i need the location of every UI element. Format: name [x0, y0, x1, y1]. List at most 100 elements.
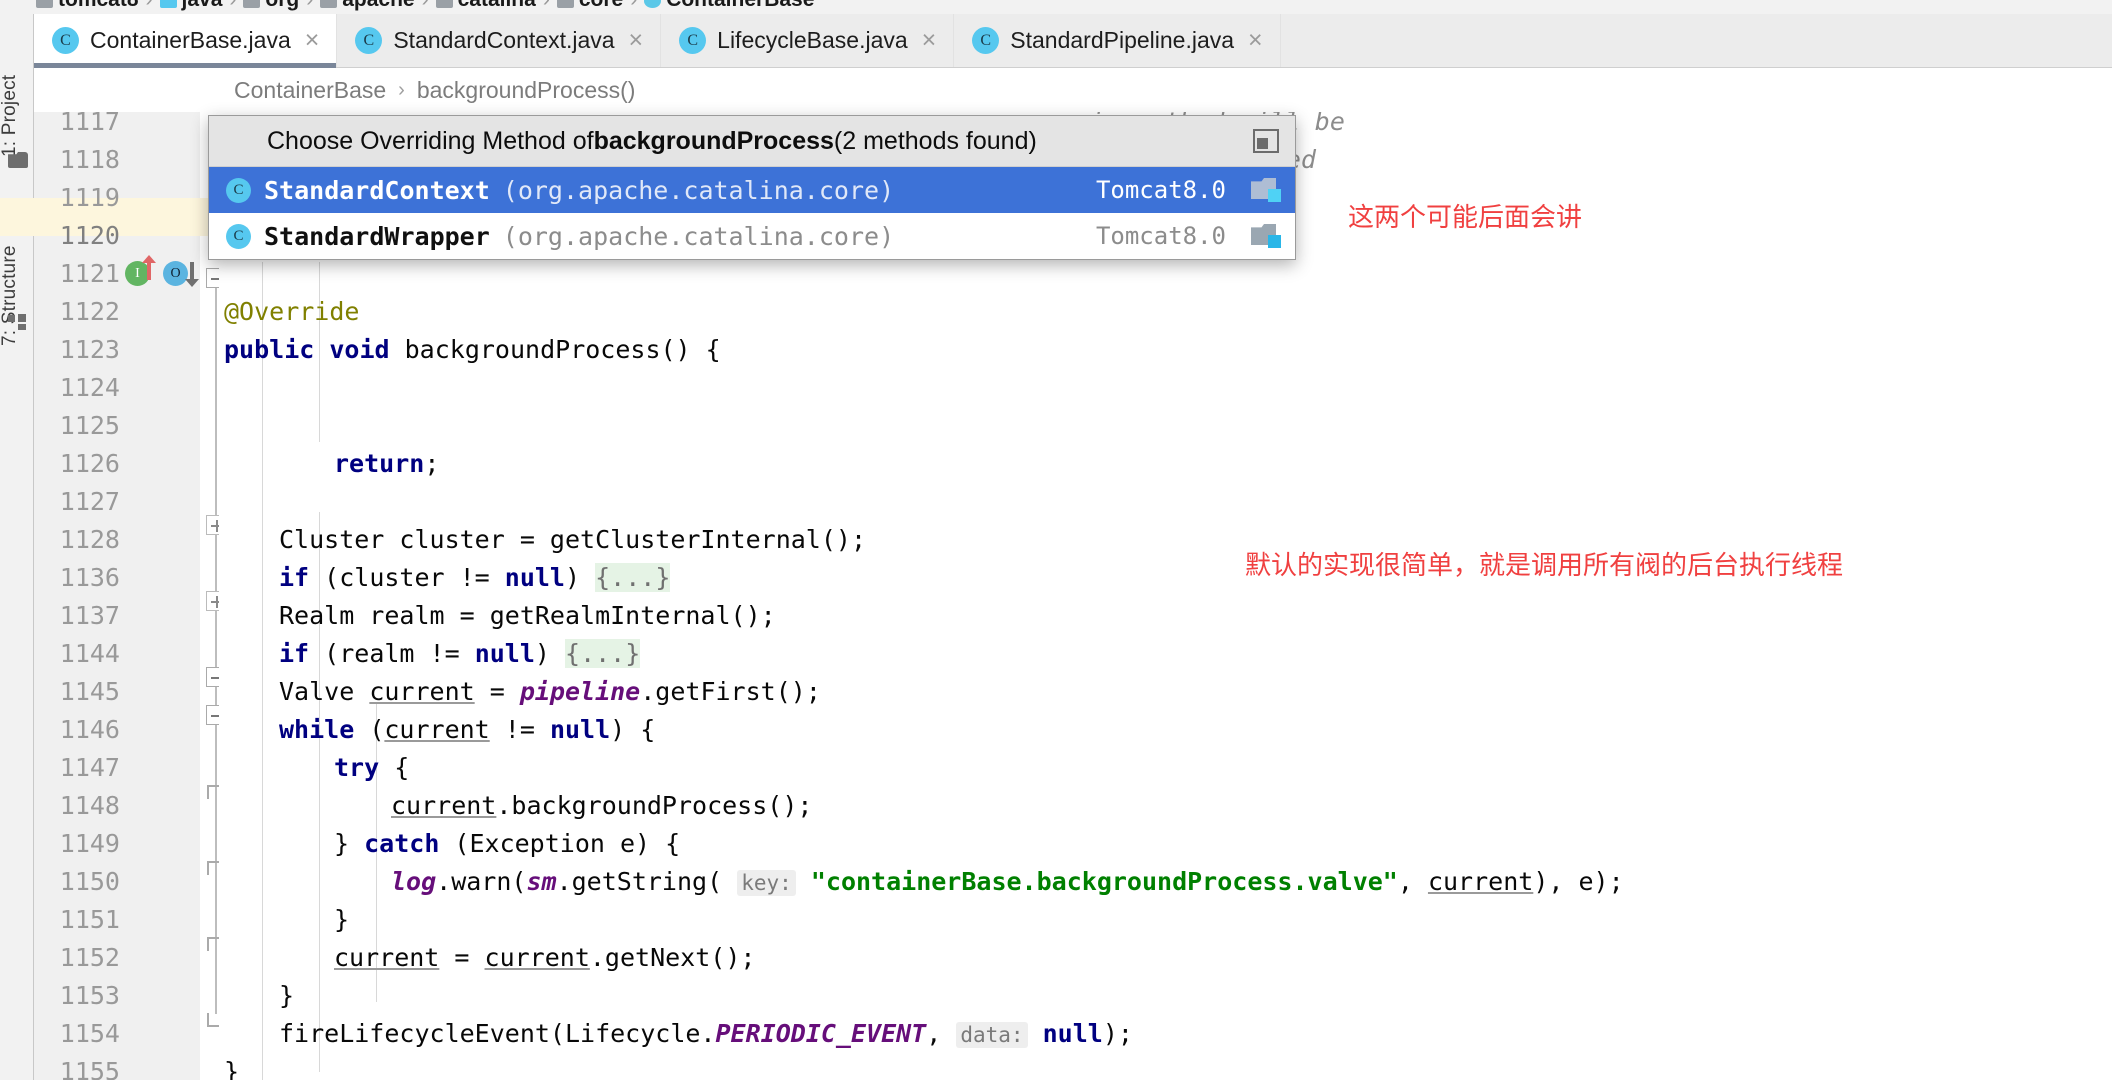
code-line-1153[interactable]: fireLifecycleEvent(Lifecycle.PERIODIC_EV…: [219, 977, 2112, 1048]
line-number: 1146: [59, 715, 120, 744]
code-line-1147[interactable]: current.backgroundProcess();: [219, 749, 2112, 820]
line-number: 1145: [59, 677, 120, 706]
popup-title-prefix: Choose Overriding Method of: [267, 126, 594, 155]
breadcrumb-class[interactable]: ContainerBase: [234, 77, 386, 104]
java-class-icon: C: [52, 27, 79, 54]
breadcrumb-separator: ›: [543, 0, 550, 12]
line-number: 1136: [59, 563, 120, 592]
line-number: 1153: [59, 981, 120, 1010]
editor-tab-bar: C ContainerBase.java × C StandardContext…: [34, 14, 2112, 68]
java-class-icon: C: [226, 177, 251, 203]
line-number: 1127: [59, 487, 120, 516]
line-number: 1151: [59, 905, 120, 934]
breadcrumb-item-org[interactable]: org: [243, 0, 299, 12]
code-line-1145[interactable]: while (current != null) {: [219, 673, 2112, 744]
breadcrumb-separator: ›: [229, 0, 236, 12]
tab-label: ContainerBase.java: [90, 27, 291, 53]
source-folder-icon: [159, 0, 177, 8]
close-icon[interactable]: ×: [629, 28, 644, 53]
line-number: 1154: [59, 1019, 120, 1048]
chevron-right-icon: ›: [398, 78, 405, 101]
pin-window-icon[interactable]: [1253, 129, 1279, 153]
popup-row-standardwrapper[interactable]: C StandardWrapper (org.apache.catalina.c…: [209, 213, 1295, 259]
code-line-1127[interactable]: Cluster cluster = getClusterInternal();: [219, 483, 2112, 554]
folder-icon: [556, 0, 574, 8]
line-number: 1147: [59, 753, 120, 782]
popup-title-bar: Choose Overriding Method of backgroundPr…: [209, 116, 1295, 167]
java-class-icon: C: [679, 27, 707, 54]
tab-standardcontext-java[interactable]: C StandardContext.java ×: [337, 14, 662, 67]
tab-standardpipeline-java[interactable]: C StandardPipeline.java ×: [954, 14, 1281, 67]
project-path-breadcrumb-items: tomcat8 › java › org › apache › catalina…: [36, 0, 814, 12]
code-line-1150[interactable]: }: [219, 863, 2112, 934]
breadcrumb-separator: ›: [630, 0, 637, 12]
tab-label: StandardContext.java: [393, 27, 615, 53]
class-icon: [644, 0, 662, 8]
line-number: 1118: [59, 145, 120, 174]
breadcrumb-item-catalina[interactable]: catalina: [435, 0, 536, 12]
java-class-icon: C: [355, 27, 383, 54]
line-number: 1144: [59, 639, 120, 668]
breadcrumb-item-tomcat8[interactable]: tomcat8: [36, 0, 139, 12]
breadcrumb-item-core[interactable]: core: [556, 0, 623, 12]
popup-row-module: Tomcat8.0: [1095, 176, 1226, 204]
close-icon[interactable]: ×: [305, 28, 320, 53]
line-number: 1122: [59, 297, 120, 326]
line-number: 1120: [59, 221, 120, 250]
popup-row-class-name: StandardContext: [264, 175, 490, 205]
code-line-1149[interactable]: log.warn(sm.getString( key: "containerBa…: [219, 825, 2112, 896]
line-number: 1128: [59, 525, 120, 554]
ide-window: tomcat8 › java › org › apache › catalina…: [0, 0, 2112, 1080]
line-number: 1126: [59, 449, 120, 478]
close-icon[interactable]: ×: [922, 28, 937, 53]
choose-overriding-method-popup[interactable]: Choose Overriding Method of backgroundPr…: [208, 115, 1296, 260]
code-line-1148[interactable]: } catch (Exception e) {: [219, 787, 2112, 858]
code-line-1125[interactable]: return;: [219, 407, 2112, 478]
popup-row-standardcontext[interactable]: C StandardContext (org.apache.catalina.c…: [209, 167, 1295, 213]
line-number: 1117: [59, 107, 120, 136]
arrow-down-icon: [185, 262, 199, 287]
line-number: 1119: [59, 183, 120, 212]
code-line-1146[interactable]: try {: [219, 711, 2112, 782]
popup-title-suffix: (2 methods found): [833, 126, 1037, 155]
line-number: 1148: [59, 791, 120, 820]
folder-icon: [243, 0, 261, 8]
close-icon[interactable]: ×: [1248, 28, 1263, 53]
line-number: 1123: [59, 335, 120, 364]
line-number: 1152: [59, 943, 120, 972]
popup-title-method: backgroundProcess: [593, 126, 834, 155]
tab-label: LifecycleBase.java: [717, 27, 908, 53]
line-number: 1121: [59, 259, 120, 288]
code-line-1137[interactable]: if (realm != null) {...}: [219, 597, 2112, 668]
breadcrumb-item-containerbase[interactable]: ContainerBase: [644, 0, 814, 12]
code-line-1124[interactable]: if (!getState().isAvailable()): [219, 369, 2112, 440]
line-number: 1137: [59, 601, 120, 630]
module-icon: [1251, 178, 1281, 202]
breadcrumb-method[interactable]: backgroundProcess(): [417, 77, 636, 104]
tab-lifecyclebase-java[interactable]: C LifecycleBase.java ×: [661, 14, 955, 67]
breadcrumb-item-apache[interactable]: apache: [320, 0, 415, 12]
module-icon: [36, 0, 53, 8]
java-class-icon: C: [226, 223, 251, 249]
breadcrumb-item-java[interactable]: java: [159, 0, 222, 12]
project-path-breadcrumb: tomcat8 › java › org › apache › catalina…: [0, 0, 2112, 14]
annotation-note: 这两个可能后面会讲: [1348, 203, 1583, 233]
code-line-1154[interactable]: }: [219, 1015, 2112, 1080]
popup-row-class-name: StandardWrapper: [264, 221, 490, 251]
code-line-1152[interactable]: }: [219, 939, 2112, 1010]
module-icon: [1251, 224, 1281, 248]
breadcrumb-separator: ›: [422, 0, 429, 12]
code-line-1144[interactable]: Valve current = pipeline.getFirst();: [219, 635, 2112, 706]
code-line-1121[interactable]: @Override: [219, 255, 2112, 326]
tab-containerbase-java[interactable]: C ContainerBase.java ×: [34, 14, 338, 68]
breadcrumb-separator: ›: [146, 0, 153, 12]
folder-icon: [435, 0, 453, 8]
code-line-1151[interactable]: current = current.getNext();: [219, 901, 2112, 972]
fold-region-line: [215, 288, 217, 1014]
java-class-icon: C: [972, 27, 1000, 54]
arrow-up-icon: [142, 255, 156, 280]
breadcrumb-separator: ›: [306, 0, 313, 12]
annotation-note: 默认的实现很简单，就是调用所有阀的后台执行线程: [1245, 551, 1844, 581]
tab-label: StandardPipeline.java: [1010, 27, 1235, 53]
code-line-1122[interactable]: public void backgroundProcess() {: [219, 293, 2112, 364]
